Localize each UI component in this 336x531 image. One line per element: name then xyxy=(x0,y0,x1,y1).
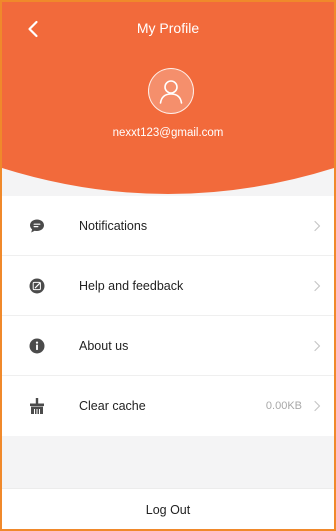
chevron-right-icon xyxy=(314,220,321,231)
chevron-right-icon xyxy=(314,400,321,412)
app-screen: My Profile nexxt123@gmail.com Notificati… xyxy=(0,0,336,531)
profile-header: My Profile nexxt123@gmail.com xyxy=(2,2,334,202)
menu-item-notifications[interactable]: Notifications xyxy=(2,196,334,256)
menu-item-label: Clear cache xyxy=(79,399,146,413)
menu-item-help-feedback[interactable]: Help and feedback xyxy=(2,256,334,316)
menu-item-label: Notifications xyxy=(79,218,148,233)
chat-bubble-icon xyxy=(27,216,47,236)
user-email: nexxt123@gmail.com xyxy=(112,127,224,139)
page-title: My Profile xyxy=(136,20,200,36)
info-icon xyxy=(27,336,47,356)
chevron-right-icon xyxy=(314,280,321,291)
logout-button[interactable]: Log Out xyxy=(2,488,334,529)
avatar[interactable] xyxy=(148,68,194,114)
user-icon xyxy=(159,80,183,104)
settings-menu: Notifications Help and feedback About us… xyxy=(2,196,334,436)
menu-item-label: Help and feedback xyxy=(79,278,184,293)
menu-item-label: About us xyxy=(79,338,129,353)
edit-icon xyxy=(27,276,47,296)
menu-item-clear-cache[interactable]: Clear cache 0.00KB xyxy=(2,376,334,436)
broom-icon xyxy=(27,396,47,416)
chevron-right-icon xyxy=(314,340,321,351)
cache-size: 0.00KB xyxy=(265,400,302,412)
menu-item-about-us[interactable]: About us xyxy=(2,316,334,376)
